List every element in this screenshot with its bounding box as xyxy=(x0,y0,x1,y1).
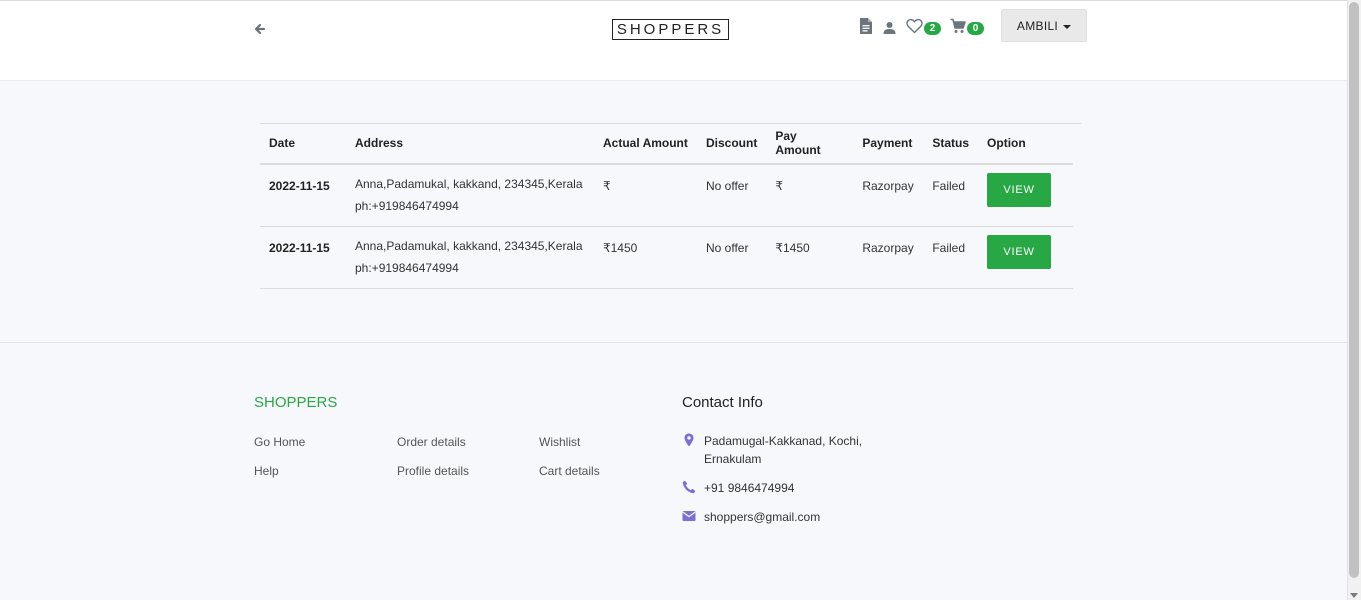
footer-brand: SHOPPERS xyxy=(254,394,338,411)
order-status: Failed xyxy=(923,164,979,227)
heart-icon[interactable] xyxy=(906,18,923,34)
contact-phone: +91 9846474994 xyxy=(704,481,795,495)
address-text: Anna,Padamukal, kakkand, 234345,Kerala xyxy=(355,239,583,253)
payment-method: Razorpay xyxy=(853,226,924,289)
col-header-status: Status xyxy=(923,123,979,165)
caret-down-icon xyxy=(1063,24,1072,29)
scroll-down-arrow-icon[interactable] xyxy=(1350,593,1358,598)
discount: No offer xyxy=(697,164,767,227)
contact-address: Padamugal-Kakkanad, Kochi, Ernakulam xyxy=(704,432,862,468)
view-order-button[interactable]: VIEW xyxy=(987,173,1052,207)
cart-icon[interactable] xyxy=(950,18,966,34)
table-row: 2022-11-15 Anna,Padamukal, kakkand, 2343… xyxy=(260,164,1074,227)
table-header-row: Date Address Actual Amount Discount Pay … xyxy=(260,123,1074,165)
payment-method: Razorpay xyxy=(853,164,924,227)
contact-email: shoppers@gmail.com xyxy=(704,510,821,524)
orders-table: Date Address Actual Amount Discount Pay … xyxy=(260,123,1074,289)
phone-icon xyxy=(682,480,696,494)
address-text: Anna,Padamukal, kakkand, 234345,Kerala xyxy=(355,177,583,191)
footer-link-wishlist[interactable]: Wishlist xyxy=(539,435,580,449)
footer-link-profile-details[interactable]: Profile details xyxy=(397,464,469,478)
option-cell: VIEW xyxy=(978,226,1074,289)
col-header-payment: Payment xyxy=(853,123,924,165)
actual-amount: ₹1450 xyxy=(594,226,697,289)
contact-info-title: Contact Info xyxy=(682,394,763,411)
wishlist-count-badge: 2 xyxy=(924,22,941,35)
cart-count-badge: 0 xyxy=(967,22,984,35)
page-scrollbar[interactable] xyxy=(1347,0,1361,600)
map-pin-icon xyxy=(684,433,694,447)
pay-amount: ₹ xyxy=(766,164,854,227)
order-address: Anna,Padamukal, kakkand, 234345,Kerala p… xyxy=(346,164,594,227)
col-header-pay-amount: Pay Amount xyxy=(766,123,854,165)
table-row: 2022-11-15 Anna,Padamukal, kakkand, 2343… xyxy=(260,226,1074,289)
col-header-option: Option xyxy=(978,123,1074,165)
site-footer: SHOPPERS Go Home Order details Wishlist … xyxy=(0,343,1347,600)
col-header-actual-amount: Actual Amount xyxy=(594,123,697,165)
orders-section: Date Address Actual Amount Discount Pay … xyxy=(0,81,1347,343)
col-header-discount: Discount xyxy=(697,123,767,165)
site-logo[interactable]: SHOPPERS xyxy=(612,19,729,40)
footer-link-order-details[interactable]: Order details xyxy=(397,435,466,449)
pay-amount: ₹1450 xyxy=(766,226,854,289)
order-address: Anna,Padamukal, kakkand, 234345,Kerala p… xyxy=(346,226,594,289)
option-cell: VIEW xyxy=(978,164,1074,227)
discount: No offer xyxy=(697,226,767,289)
actual-amount: ₹ xyxy=(594,164,697,227)
footer-link-cart-details[interactable]: Cart details xyxy=(539,464,600,478)
contact-address-line1: Padamugal-Kakkanad, Kochi, xyxy=(704,434,863,448)
site-header: SHOPPERS 2 0 AMBILI xyxy=(0,1,1347,81)
view-order-button[interactable]: VIEW xyxy=(987,235,1052,269)
user-icon[interactable] xyxy=(883,20,896,36)
col-header-address: Address xyxy=(346,123,594,165)
order-date: 2022-11-15 xyxy=(260,226,346,289)
scrollbar-thumb[interactable] xyxy=(1349,2,1359,578)
order-date: 2022-11-15 xyxy=(260,164,346,227)
arrow-left-icon[interactable] xyxy=(252,21,268,37)
phone-text: ph:+919846474994 xyxy=(355,261,459,275)
contact-address-line2: Ernakulam xyxy=(704,452,762,466)
footer-link-help[interactable]: Help xyxy=(254,464,279,478)
user-name-label: AMBILI xyxy=(1016,19,1059,33)
order-status: Failed xyxy=(923,226,979,289)
footer-link-go-home[interactable]: Go Home xyxy=(254,435,305,449)
col-header-date: Date xyxy=(260,123,346,165)
user-menu-button[interactable]: AMBILI xyxy=(1001,9,1087,42)
phone-text: ph:+919846474994 xyxy=(355,199,459,213)
document-icon[interactable] xyxy=(859,18,873,34)
envelope-icon xyxy=(682,511,696,521)
